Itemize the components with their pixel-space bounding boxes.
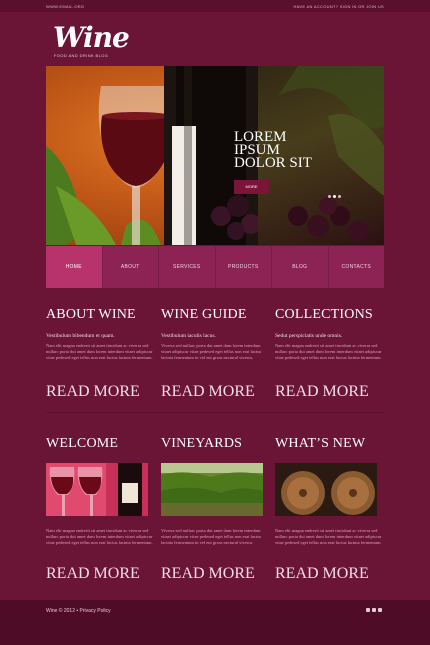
site-tagline: FOOD AND DRINK BLOG — [54, 53, 109, 58]
vineyard-image — [161, 463, 263, 516]
section-body: Nam elit magna endrerit sit amet tincidu… — [275, 343, 382, 361]
section-wine-guide: WINE GUIDE Vestibulum iaculis lacus. Viv… — [161, 307, 271, 362]
section-title: WHAT’S NEW — [275, 436, 366, 451]
nav-item-about[interactable]: ABOUT — [103, 246, 159, 288]
account-links[interactable]: HAVE AN ACCOUNT? SIGN IN OR JOIN US — [294, 4, 384, 9]
section-body: Nam elit magna endrerit sit amet tincidu… — [46, 528, 153, 546]
section-vineyards: VINEYARDS — [161, 436, 271, 452]
nav-item-blog[interactable]: BLOG — [272, 246, 329, 288]
section-about-wine: ABOUT WINE Vestibulum bibendum et quam. … — [46, 307, 156, 362]
slider-dot[interactable] — [338, 195, 341, 198]
main-nav: HOME ABOUT SERVICES PRODUCTS BLOG CONTAC… — [46, 246, 384, 288]
nav-item-products[interactable]: PRODUCTS — [216, 246, 272, 288]
delicious-icon[interactable] — [366, 608, 370, 612]
vineyards-thumbnail[interactable] — [161, 463, 263, 516]
section-body: Nam elit magna endrerit sit amet tincidu… — [46, 343, 153, 361]
whats-new-thumbnail[interactable] — [275, 463, 377, 516]
read-more-link[interactable]: READ MORE — [275, 383, 385, 401]
slider-title: LOREM IPSUM DOLOR SIT — [234, 129, 312, 171]
email-link[interactable]: WWW.EMAIL.ORG — [46, 4, 84, 9]
read-more-link[interactable]: READ MORE — [161, 565, 271, 583]
slider-dot-active[interactable] — [333, 195, 336, 198]
section-body: Nam elit magna endrerit sit amet tincidu… — [275, 528, 382, 546]
section-whats-new: WHAT’S NEW — [275, 436, 385, 452]
read-more-link[interactable]: READ MORE — [161, 383, 271, 401]
wine-glasses-image — [46, 463, 148, 516]
footer-copyright[interactable]: Wine © 2012 • Privacy Policy — [46, 608, 111, 614]
read-more-link[interactable]: READ MORE — [46, 565, 156, 583]
more-button[interactable]: MORE — [234, 180, 269, 194]
section-title: WELCOME — [46, 436, 119, 451]
section-welcome: WELCOME — [46, 436, 156, 452]
slider-dot[interactable] — [328, 195, 331, 198]
top-bar: WWW.EMAIL.ORG HAVE AN ACCOUNT? SIGN IN O… — [0, 0, 430, 12]
section-body: Viverra sed nullarc porta dui amet dum l… — [161, 343, 262, 361]
barrels-image — [275, 463, 377, 516]
section-title: WINE GUIDE — [161, 307, 247, 322]
section-collections: COLLECTIONS Sedut perspiciatis unde omni… — [275, 307, 385, 362]
slider-dots[interactable] — [328, 185, 343, 203]
site-footer: Wine © 2012 • Privacy Policy — [0, 600, 430, 645]
nav-item-services[interactable]: SERVICES — [159, 246, 216, 288]
section-lead: Vestibulum iaculis lacus. — [161, 333, 216, 339]
section-lead: Sedut perspiciatis unde omnis. — [275, 333, 343, 339]
section-title: COLLECTIONS — [275, 307, 373, 322]
section-lead: Vestibulum bibendum et quam. — [46, 333, 115, 339]
nav-item-contacts[interactable]: CONTACTS — [329, 246, 385, 288]
twitter-icon[interactable] — [372, 608, 376, 612]
facebook-icon[interactable] — [378, 608, 382, 612]
section-title: VINEYARDS — [161, 436, 243, 451]
section-body: Viverra sed nullarc porta dui amet dum l… — [161, 528, 262, 546]
welcome-thumbnail[interactable] — [46, 463, 148, 516]
read-more-link[interactable]: READ MORE — [46, 383, 156, 401]
nav-item-home[interactable]: HOME — [46, 246, 103, 288]
section-divider — [46, 412, 384, 413]
section-title: ABOUT WINE — [46, 307, 136, 322]
read-more-link[interactable]: READ MORE — [275, 565, 385, 583]
social-icons — [366, 608, 382, 612]
site-logo[interactable]: Wine — [53, 24, 130, 52]
